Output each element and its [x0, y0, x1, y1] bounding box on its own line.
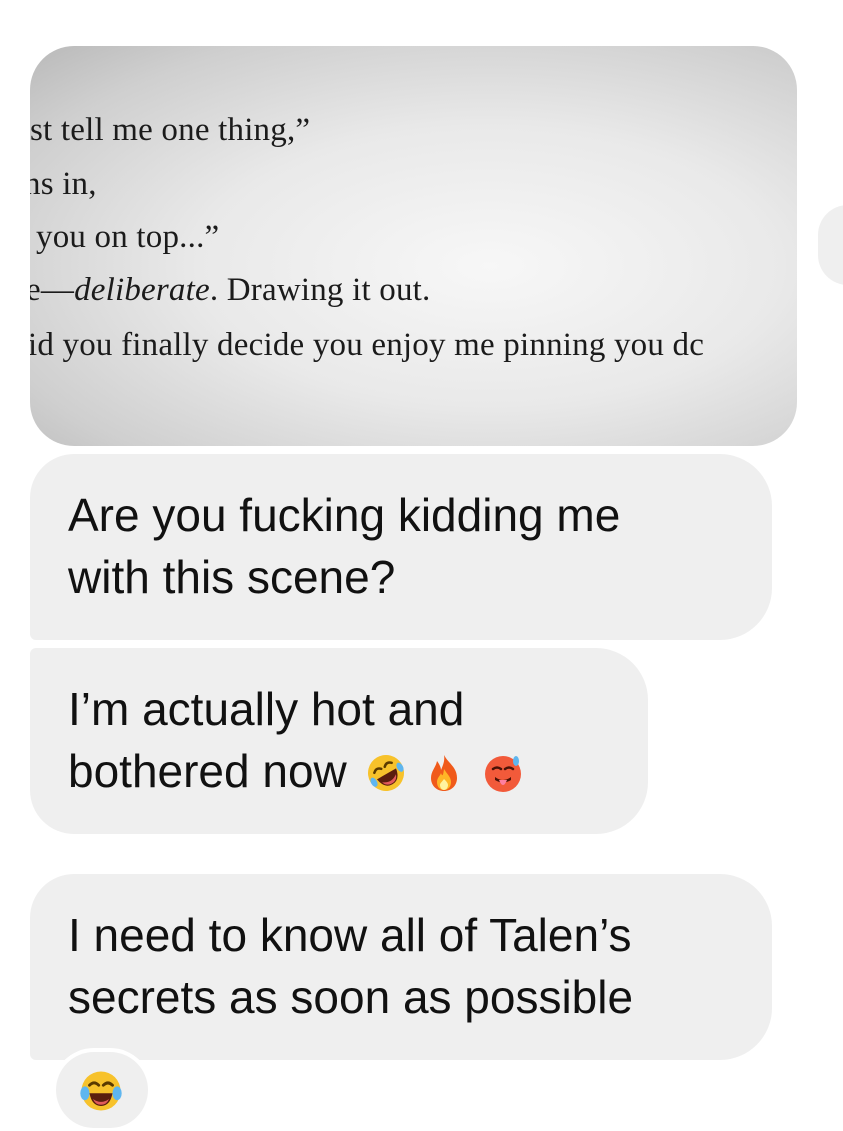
photo-text-line: ns in, — [30, 166, 97, 202]
message-line: bothered now — [68, 740, 610, 802]
message-line: secrets as soon as possible — [68, 971, 634, 1023]
message-line: with this scene? — [68, 551, 396, 603]
edge-button[interactable] — [818, 205, 843, 285]
hot-face-emoji — [485, 756, 522, 792]
message-line: I’m actually hot and — [68, 683, 465, 735]
photo-text-block: st tell me one thing,” ns in, you on top… — [30, 46, 797, 446]
message-bubble[interactable]: I’m actually hot and bothered now — [30, 648, 648, 834]
message-bubble[interactable]: I need to know all of Talen’s secrets as… — [30, 874, 772, 1060]
photo-text-italic: deliberate — [74, 272, 210, 308]
photo-text-suffix: . Drawing it out. — [209, 272, 431, 308]
photo-text-line: e—deliberate. Drawing it out. — [30, 272, 430, 309]
tears-of-joy-emoji — [80, 1071, 122, 1111]
rolling-on-floor-laughing-emoji — [367, 755, 404, 791]
message-line: I need to know all of Talen’s — [68, 909, 632, 961]
photo-text-line: id you finally decide you enjoy me pinni… — [30, 327, 705, 363]
message-bubble[interactable]: Are you fucking kidding me with this sce… — [30, 454, 772, 640]
message-line: Are you fucking kidding me — [68, 489, 621, 541]
photo-message[interactable]: st tell me one thing,” ns in, you on top… — [30, 46, 797, 446]
message-text: bothered now — [68, 745, 347, 797]
photo-text-prefix: e— — [30, 272, 75, 308]
photo-text-line: you on top...” — [36, 219, 220, 255]
fire-emoji — [431, 755, 458, 791]
photo-text-line: st tell me one thing,” — [30, 112, 311, 148]
reaction-badge[interactable] — [56, 1052, 148, 1128]
